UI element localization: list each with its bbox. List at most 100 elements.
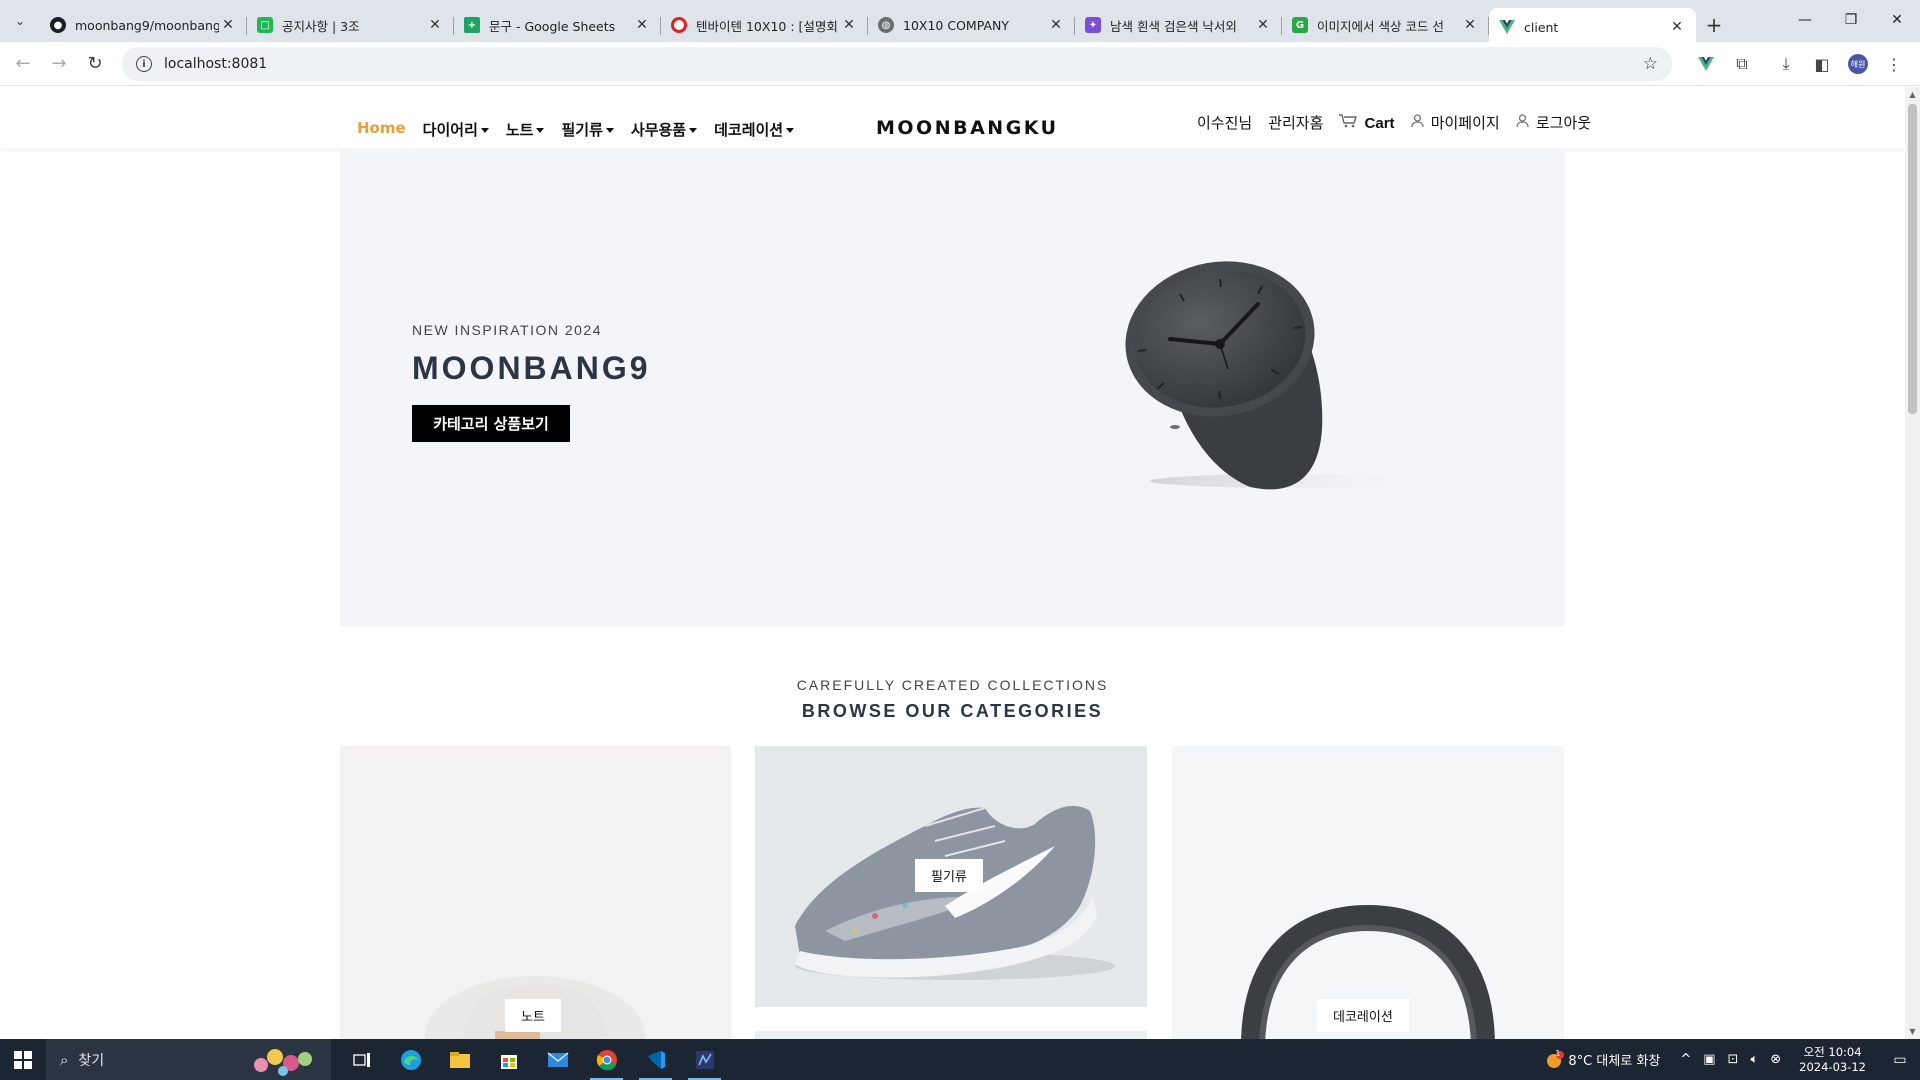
mypage-link[interactable]: 마이페이지 [1410,112,1500,133]
address-bar[interactable]: i localhost:8081 ☆ [122,47,1672,81]
system-tray: 1 8°C 대체로 화창 ^ ▣ ⊡ 🔈︎ ⊗ 오전 10:04 2024-03… [1539,1039,1920,1080]
nav-label: 노트 [505,121,534,139]
mail-icon[interactable] [533,1039,582,1080]
file-explorer-icon[interactable] [435,1039,484,1080]
kebab-menu-icon[interactable]: ⋮ [1876,46,1912,82]
back-arrow-icon[interactable]: ← [6,47,40,81]
nav-label: 다이어리 [422,121,478,139]
cart-link[interactable]: Cart [1339,113,1395,132]
user-nav: 이수진님 관리자홈 Cart 마이페이지 로그아웃 [1197,112,1591,133]
scroll-down-arrow-icon[interactable]: ▼ [1905,1024,1920,1039]
tab-search-chevron-icon[interactable]: ⌄ [0,0,40,42]
admin-home-link[interactable]: 관리자홈 [1268,112,1323,133]
close-icon[interactable]: ✕ [1047,17,1065,33]
windows-logo-icon [14,1050,32,1069]
bookmark-star-icon[interactable]: ☆ [1643,54,1658,74]
reload-icon[interactable]: ↻ [78,47,112,81]
ime-indicator-icon[interactable]: ⊗ [1770,1052,1781,1067]
extensions-puzzle-icon[interactable]: ⧉ [1724,46,1760,82]
category-card-partial[interactable] [755,1031,1147,1039]
vue-icon [1499,19,1515,35]
logout-label: 로그아웃 [1535,114,1592,132]
vscode-icon[interactable] [631,1039,680,1080]
profile-avatar[interactable]: 해원 [1848,54,1868,74]
nav-diary[interactable]: 다이어리 [423,119,489,140]
window-close-icon[interactable]: ✕ [1874,0,1920,40]
scroll-up-arrow-icon[interactable]: ▲ [1905,87,1920,102]
category-card-decoration[interactable]: 데코레이션 [1172,746,1564,1039]
notification-center-icon[interactable]: ▭ [1880,1039,1920,1080]
weather-widget[interactable]: 1 8°C 대체로 화창 [1545,1049,1661,1069]
clock-date: 2024-03-12 [1799,1059,1866,1074]
tab-notice[interactable]: □ 공지사항 | 3조 ✕ [247,8,454,42]
volume-muted-icon[interactable]: 🔈︎ [1750,1052,1758,1067]
toolbar-actions: ⧉ ⤓ ◧ 해원 ⋮ [1688,42,1912,86]
scrollbar-thumb[interactable] [1908,104,1917,414]
tab-color-picker[interactable]: G 이미지에서 색상 코드 선 ✕ [1282,8,1489,42]
side-panel-icon[interactable]: ◧ [1804,46,1840,82]
download-icon[interactable]: ⤓ [1768,46,1804,82]
nav-office[interactable]: 사무용품 [631,119,698,140]
caret-down-icon [536,128,545,133]
category-label-note: 노트 [505,999,561,1032]
close-icon[interactable]: ✕ [426,17,444,33]
cart-label: Cart [1364,114,1395,132]
chrome-icon[interactable] [582,1039,631,1080]
minimize-icon[interactable]: — [1782,0,1828,40]
task-view-icon[interactable] [337,1039,386,1080]
site-logo[interactable]: MOONBANGKU [876,117,1059,139]
nav-home[interactable]: Home [357,119,406,140]
taskbar-search[interactable]: ⌕ 찾기 [46,1039,331,1080]
tab-tenbyten[interactable]: 텐바이텐 10X10 : [설명회 ✕ [661,8,868,42]
sheets-icon: + [464,17,480,33]
nav-note[interactable]: 노트 [506,119,545,140]
close-icon[interactable]: ✕ [840,17,858,33]
tab-github[interactable]: ● moonbang9/moonbang9 ✕ [40,8,247,42]
microsoft-store-icon[interactable] [484,1039,533,1080]
forward-arrow-icon[interactable]: → [42,47,76,81]
search-placeholder: 찾기 [78,1052,105,1069]
site-header: Home 다이어리 노트 필기류 사무용품 데코레이션 MOONBANGKU 이… [0,87,1905,148]
tab-client[interactable]: client ✕ [1489,8,1696,46]
user-icon [1410,114,1428,132]
taskbar-clock[interactable]: 오전 10:04 2024-03-12 [1799,1045,1866,1075]
category-card-note[interactable]: 노트 [340,746,731,1039]
tab-canva[interactable]: ✦ 남색 흰색 검은색 낙서외 ✕ [1075,8,1282,42]
section-title: BROWSE OUR CATEGORIES [801,701,1104,721]
vue-devtools-extension-icon[interactable] [1688,46,1724,82]
close-icon[interactable]: ✕ [633,17,651,33]
browser-tab-strip: ⌄ ● moonbang9/moonbang9 ✕ □ 공지사항 | 3조 ✕ … [0,0,1920,46]
nav-writing[interactable]: 필기류 [561,119,614,140]
site-info-icon[interactable]: i [136,56,152,72]
tab-title: 공지사항 | 3조 [282,18,360,34]
start-button[interactable] [0,1039,46,1080]
tray-chevron-up-icon[interactable]: ^ [1680,1052,1691,1067]
logout-link[interactable]: 로그아웃 [1516,112,1591,133]
close-icon[interactable]: ✕ [1461,17,1479,33]
weather-text: 8°C 대체로 화창 [1568,1054,1661,1069]
sts-ide-icon[interactable] [680,1039,729,1080]
url-text[interactable]: localhost:8081 [164,56,1643,72]
search-highlight-flowers-icon [254,1049,312,1076]
close-icon[interactable]: ✕ [1668,19,1686,35]
restore-icon[interactable]: ❐ [1828,0,1874,40]
category-label-writing: 필기류 [915,859,983,892]
category-card-writing[interactable]: 필기류 [755,746,1147,1007]
category-products-button[interactable]: 카테고리 상품보기 [412,405,570,442]
network-icon[interactable]: ⊡ [1728,1052,1739,1067]
close-icon[interactable]: ✕ [219,17,237,33]
nav-decoration[interactable]: 데코레이션 [714,119,795,140]
hero-clock-image [1125,261,1440,490]
tab-title: moonbang9/moonbang9 [75,17,219,33]
note-category-image [425,976,645,1039]
windows-taskbar: ⌕ 찾기 1 8°C 대체로 화창 ^ ▣ ⊡ 🔈︎ ⊗ 오전 10:04 20… [0,1039,1920,1080]
edge-icon[interactable] [386,1039,435,1080]
meet-now-icon[interactable]: ▣ [1703,1052,1715,1067]
hero-title: MOONBANG9 [412,350,651,386]
tab-sheets[interactable]: + 문구 - Google Sheets ✕ [454,8,661,42]
hero-banner: NEW INSPIRATION 2024 MOONBANG9 카테고리 상품보기 [340,149,1565,626]
new-tab-plus-icon[interactable]: + [1696,8,1732,42]
close-icon[interactable]: ✕ [1254,17,1272,33]
page-scrollbar[interactable]: ▲ ▼ [1905,87,1920,1039]
tab-10x10-company[interactable]: ◍ 10X10 COMPANY ✕ [868,8,1075,42]
